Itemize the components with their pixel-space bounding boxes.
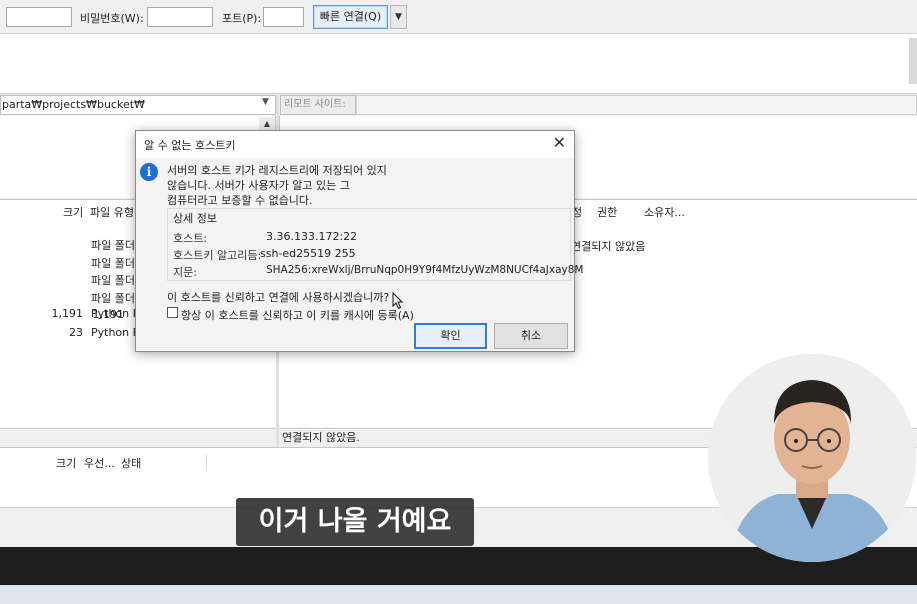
detail-key: 호스트키 알고리듬: — [173, 249, 262, 262]
column-header-size[interactable]: 크기 — [63, 204, 83, 220]
mouse-cursor-icon — [392, 292, 404, 310]
file-type: 파일 폴더 — [91, 292, 135, 305]
queue-column-status[interactable]: 상태 — [121, 455, 141, 471]
column-divider — [206, 454, 207, 470]
dialog-message-line: 서버의 호스트 키가 레지스트리에 저장되어 있지 — [167, 164, 387, 177]
detail-value-algorithm: ssh-ed25519 255 — [260, 247, 356, 260]
chevron-down-icon: ▼ — [395, 12, 402, 22]
username-input[interactable] — [6, 7, 72, 27]
dialog-titlebar: 알 수 없는 호스트키 ✕ — [136, 131, 574, 158]
message-log — [0, 34, 917, 94]
file-type: 파일 폴더 — [91, 274, 135, 287]
file-size: 1,191 — [51, 307, 84, 320]
chevron-down-icon[interactable]: ▼ — [262, 97, 269, 107]
quickconnect-button[interactable]: 빠른 연결(Q) — [313, 5, 388, 29]
presenter-avatar — [708, 354, 916, 562]
dialog-message-line: 컴퓨터라고 보증할 수 없습니다. — [167, 194, 313, 207]
details-title: 상세 정보 — [173, 212, 217, 225]
remote-path-input[interactable] — [356, 95, 917, 115]
always-trust-label[interactable]: 항상 이 호스트를 신뢰하고 이 키를 캐시에 등록(A) — [181, 307, 414, 323]
column-header-owner[interactable]: 소유자... — [644, 204, 685, 220]
info-icon: i — [140, 163, 158, 181]
queue-column-size[interactable]: 크기 — [56, 455, 76, 471]
video-subtitle: 이거 나올 거예요 — [236, 498, 474, 546]
file-type: 파일 폴더 — [91, 239, 135, 252]
local-path-input[interactable]: parta₩projects₩bucket₩ — [0, 95, 276, 115]
quickconnect-dropdown-button[interactable]: ▼ — [390, 5, 407, 29]
webcam-overlay — [708, 354, 916, 562]
quickconnect-bar: 비밀번호(W): 포트(P): 빠른 연결(Q) ▼ — [0, 0, 917, 34]
detail-key: 지문: — [173, 266, 197, 279]
detail-key: 호스트: — [173, 232, 208, 245]
file-type: Python Fi — [91, 307, 142, 320]
file-size: 23 — [69, 326, 83, 339]
dialog-title: 알 수 없는 호스트키 — [144, 139, 236, 152]
remote-site-label: 리모트 사이트: — [280, 95, 356, 115]
trust-question: 이 호스트를 신뢰하고 연결에 사용하시겠습니까? — [167, 291, 390, 304]
detail-value-host: 3.36.133.172:22 — [266, 230, 358, 243]
port-input[interactable] — [263, 7, 304, 27]
queue-column-priority[interactable]: 우선... — [84, 455, 115, 471]
password-label: 비밀번호(W): — [80, 12, 144, 25]
column-header-type[interactable]: 파일 유형 — [90, 204, 134, 220]
ok-button[interactable]: 확인 — [414, 323, 487, 349]
password-input[interactable] — [147, 7, 213, 27]
local-status-bar — [0, 428, 276, 446]
port-label: 포트(P): — [222, 12, 262, 25]
scroll-up-icon[interactable]: ▲ — [259, 117, 275, 130]
close-icon[interactable]: ✕ — [553, 134, 566, 152]
dialog-message-line: 않습니다. 서버가 사용자가 알고 있는 그 — [167, 179, 350, 192]
column-header-permissions[interactable]: 권한 — [597, 204, 617, 220]
always-trust-checkbox[interactable] — [167, 307, 178, 318]
unknown-hostkey-dialog: 알 수 없는 호스트키 ✕ i 서버의 호스트 키가 레지스트리에 저장되어 있… — [135, 130, 583, 352]
cancel-button[interactable]: 취소 — [494, 323, 568, 349]
file-type: Python Fi — [91, 326, 142, 339]
taskbar — [0, 585, 917, 604]
file-type: 파일 폴더 — [91, 257, 135, 270]
not-connected-message: 연결되지 않았음 — [571, 240, 646, 253]
message-log-scrollbar[interactable] — [909, 38, 917, 84]
detail-value-fingerprint: SHA256:xreWxlj/BrruNqp0H9Y9f4MfzUyWzM8NU… — [266, 264, 584, 276]
